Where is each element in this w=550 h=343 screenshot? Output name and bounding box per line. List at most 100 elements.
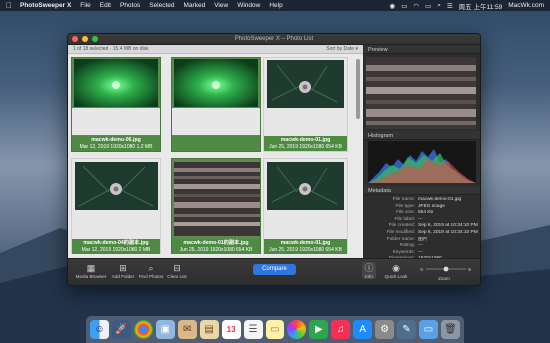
- metadata-key: File size:: [396, 210, 415, 216]
- finder-icon[interactable]: ☺: [90, 320, 109, 339]
- search-icon[interactable]: ⌕: [437, 2, 441, 10]
- preferences-icon[interactable]: ⚙: [375, 320, 395, 339]
- photo-caption: macwk-demo-06.jpg Mar 12, 2019 1920x1080…: [72, 136, 160, 151]
- find-photos-button[interactable]: ⌕ Find Photos: [137, 262, 165, 279]
- quick-look-button[interactable]: ◉ Quick Look: [380, 262, 412, 279]
- calendar-icon[interactable]: 13: [221, 320, 241, 339]
- launchpad-icon[interactable]: 🚀: [111, 320, 131, 339]
- chrome-icon[interactable]: [133, 320, 153, 339]
- photo-card[interactable]: [171, 57, 261, 152]
- add-folder-label: Add Folder: [111, 274, 135, 279]
- preview-image: [366, 57, 476, 129]
- photo-card[interactable]: macwk-demo-04的副本.jpg Mar 12, 2019 1920x1…: [71, 158, 161, 254]
- window-title: PhotoSweeper X – Photo List: [234, 36, 314, 42]
- sort-dropdown[interactable]: Sort by Date ▾: [326, 46, 358, 52]
- menu-window[interactable]: Window: [237, 2, 260, 9]
- photo-card-selected[interactable]: macwk-demo-01的副本.jpg Jun 25, 2019 1920x1…: [171, 158, 261, 254]
- zoom-label: Zoom: [438, 276, 450, 281]
- photo-card[interactable]: macwk-demo-01.jpg Jun 25, 2019 1920x1080…: [263, 158, 348, 254]
- menu-help[interactable]: Help: [269, 2, 282, 9]
- stickies-icon[interactable]: ▭: [265, 320, 285, 339]
- histogram-graph: [368, 141, 476, 183]
- menu-list-icon[interactable]: ☰: [447, 2, 453, 10]
- clear-list-button[interactable]: ⊟ Clear List: [165, 262, 189, 279]
- photo-card[interactable]: macwk-demo-01.jpg Jun 25, 2019 1920x1080…: [263, 57, 348, 152]
- preview-icon[interactable]: ▣: [155, 320, 175, 339]
- metadata-value: JPEG image: [418, 203, 445, 209]
- airplay-icon[interactable]: ▭: [401, 2, 407, 10]
- trash-icon[interactable]: 🗑: [441, 320, 460, 339]
- metadata-row: Folder name: 图片: [366, 237, 478, 244]
- photo-info: Jun 25, 2019 1920x1080 654 KB: [269, 144, 342, 150]
- clear-list-label: Clear List: [167, 274, 187, 279]
- metadata-key: File name:: [392, 197, 415, 202]
- photo-caption: macwk-demo-01.jpg Jun 25, 2019 1920x1080…: [264, 239, 347, 254]
- menu-view[interactable]: View: [214, 2, 228, 9]
- reminders-icon[interactable]: ☰: [243, 320, 263, 339]
- metadata-row: Rating: ---: [366, 243, 478, 250]
- metadata-value: 654 Kb: [418, 210, 434, 216]
- wifi-icon[interactable]: ◠: [413, 2, 419, 10]
- mail-icon[interactable]: ✉: [177, 320, 197, 339]
- photosweeper-icon[interactable]: ✎: [397, 320, 417, 339]
- menu-bar:  PhotoSweeper X File Edit Photos Select…: [0, 0, 550, 11]
- add-folder-icon: ⊞: [119, 263, 127, 273]
- photos-icon[interactable]: [287, 320, 307, 339]
- metadata-row: File name: macwk-demo-01.jpg: [366, 197, 478, 204]
- battery-icon[interactable]: ▭: [425, 2, 431, 10]
- bottom-toolbar: ▦ Media Browser ⊞ Add Folder ⌕ Find Phot…: [68, 258, 480, 285]
- zoom-slider-knob[interactable]: [443, 266, 449, 272]
- scrollbar-thumb[interactable]: [356, 59, 360, 119]
- photo-info: Jun 25, 2019 1920x1080 654 KB: [179, 247, 253, 253]
- metadata-row: File modified: Sep 6, 2019 at 10:34:10 PM: [366, 230, 478, 237]
- appstore-icon[interactable]: A: [353, 320, 373, 339]
- quick-look-label: Quick Look: [384, 274, 408, 279]
- site-label: MacWk.com: [508, 2, 544, 9]
- photo-list-window: PhotoSweeper X – Photo List 1 of 18 sele…: [67, 33, 481, 286]
- thumbnail-padding: [172, 108, 260, 135]
- media-browser-button[interactable]: ▦ Media Browser: [74, 262, 108, 279]
- photo-info: Mar 12, 2019 1920x1080 2 MB: [81, 247, 151, 253]
- apple-menu-icon[interactable]: : [6, 0, 12, 11]
- clock[interactable]: 周五 上午11:59: [459, 1, 503, 11]
- menu-edit[interactable]: Edit: [100, 2, 111, 9]
- metadata-row: File type: JPEG image: [366, 204, 478, 211]
- find-photos-label: Find Photos: [138, 274, 164, 279]
- grid-scrollbar[interactable]: [355, 57, 361, 247]
- menu-photos[interactable]: Photos: [120, 2, 140, 9]
- photo-thumbnail: [174, 59, 258, 107]
- facetime-icon[interactable]: ▶: [309, 320, 329, 339]
- menu-marked[interactable]: Marked: [184, 2, 206, 9]
- info-label: Info: [365, 274, 373, 279]
- metadata-value: macwk-demo-01.jpg: [418, 197, 462, 202]
- status-area: ◉ ▭ ◠ ▭ ⌕ ☰ 周五 上午11:59 MacWk.com: [390, 1, 544, 11]
- photo-name: macwk-demo-01.jpg: [280, 240, 331, 246]
- metadata-value: 图片: [418, 236, 428, 242]
- photo-caption: macwk-demo-01的副本.jpg Jun 25, 2019 1920x1…: [172, 239, 260, 254]
- info-button[interactable]: ⓘ Info: [362, 262, 376, 279]
- compare-button[interactable]: Compare: [253, 264, 296, 275]
- media-browser-label: Media Browser: [75, 274, 107, 279]
- metadata-row: File label: ---: [366, 217, 478, 224]
- inspector-pane: Preview Histogram Metadata File name: mac…: [364, 45, 480, 275]
- zoom-slider[interactable]: ⊟ ⊞: [420, 265, 472, 275]
- metadata-value: ---: [418, 249, 423, 255]
- add-folder-button[interactable]: ⊞ Add Folder: [110, 262, 136, 279]
- photo-thumbnail: [75, 162, 158, 210]
- photo-info: Mar 12, 2019 1920x1080 1.2 MB: [79, 144, 153, 150]
- photo-name: macwk-demo-06.jpg: [91, 137, 141, 143]
- menu-file[interactable]: File: [80, 2, 90, 9]
- photo-grid-pane: 1 of 18 selected · 15.4 MB on disk Sort …: [68, 45, 363, 269]
- metadata-value: ---: [418, 216, 423, 222]
- selection-status: 1 of 18 selected · 15.4 MB on disk: [73, 46, 149, 52]
- title-bar[interactable]: PhotoSweeper X – Photo List: [68, 34, 480, 45]
- photo-card[interactable]: macwk-demo-06.jpg Mar 12, 2019 1920x1080…: [71, 57, 161, 152]
- menu-app[interactable]: PhotoSweeper X: [20, 2, 71, 9]
- notes-icon[interactable]: ▤: [199, 320, 219, 339]
- folder-icon[interactable]: ▭: [419, 320, 438, 339]
- status-icon[interactable]: ◉: [390, 2, 396, 10]
- music-icon[interactable]: ♫: [331, 320, 351, 339]
- metadata-row: File size: 654 Kb: [366, 210, 478, 217]
- photo-name: macwk-demo-01.jpg: [280, 137, 331, 143]
- menu-selected[interactable]: Selected: [149, 2, 174, 9]
